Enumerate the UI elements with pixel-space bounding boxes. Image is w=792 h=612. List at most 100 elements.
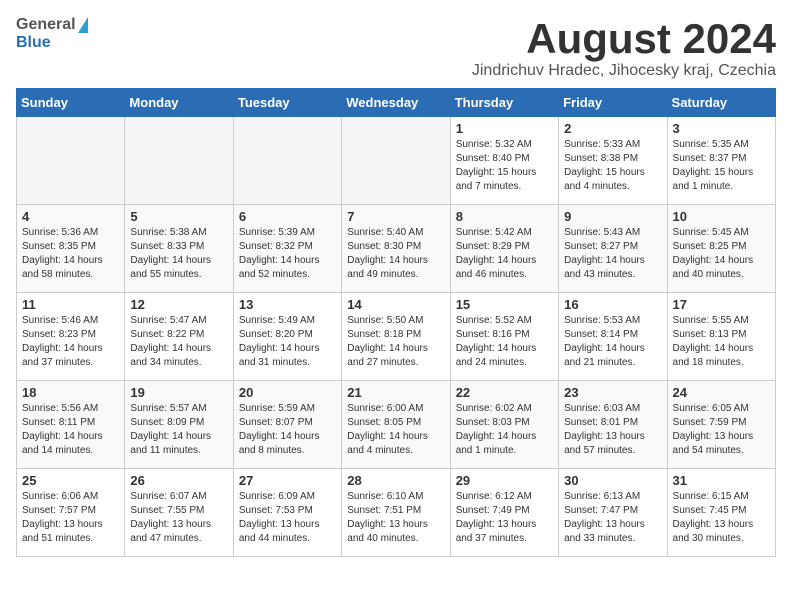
day-info: Sunrise: 5:50 AMSunset: 8:18 PMDaylight:… (347, 314, 444, 370)
calendar-cell: 13 Sunrise: 5:49 AMSunset: 8:20 PMDayligh… (233, 293, 341, 381)
week-row-1: 1 Sunrise: 5:32 AMSunset: 8:40 PMDaylight… (17, 117, 776, 205)
day-number: 23 (564, 385, 661, 400)
day-number: 20 (239, 385, 336, 400)
week-row-4: 18 Sunrise: 5:56 AMSunset: 8:11 PMDayligh… (17, 381, 776, 469)
calendar-cell: 5 Sunrise: 5:38 AMSunset: 8:33 PMDaylight… (125, 205, 233, 293)
day-number: 12 (130, 297, 227, 312)
day-number: 13 (239, 297, 336, 312)
day-info: Sunrise: 5:43 AMSunset: 8:27 PMDaylight:… (564, 226, 661, 282)
calendar-location: Jindrichuv Hradec, Jihocesky kraj, Czech… (472, 62, 776, 80)
calendar-cell: 29Sunrise: 6:12 AMSunset: 7:49 PMDayligh… (450, 469, 558, 557)
calendar-table: SundayMondayTuesdayWednesdayThursdayFrid… (16, 88, 776, 557)
day-info: Sunrise: 6:05 AMSunset: 7:59 PMDaylight:… (673, 402, 770, 458)
day-number: 16 (564, 297, 661, 312)
day-info: Sunrise: 6:09 AMSunset: 7:53 PMDaylight:… (239, 490, 336, 546)
calendar-cell: 1 Sunrise: 5:32 AMSunset: 8:40 PMDaylight… (450, 117, 558, 205)
calendar-cell (233, 117, 341, 205)
calendar-cell: 8 Sunrise: 5:42 AMSunset: 8:29 PMDaylight… (450, 205, 558, 293)
day-info: Sunrise: 5:33 AMSunset: 8:38 PMDaylight:… (564, 138, 661, 194)
day-number: 18 (22, 385, 119, 400)
day-number: 25 (22, 473, 119, 488)
calendar-cell: 20 Sunrise: 5:59 AMSunset: 8:07 PMDayligh… (233, 381, 341, 469)
day-number: 3 (673, 121, 770, 136)
day-info: Sunrise: 5:52 AMSunset: 8:16 PMDaylight:… (456, 314, 553, 370)
calendar-cell: 16 Sunrise: 5:53 AMSunset: 8:14 PMDayligh… (559, 293, 667, 381)
day-header-saturday: Saturday (667, 89, 775, 117)
day-number: 26 (130, 473, 227, 488)
day-info: Sunrise: 6:15 AMSunset: 7:45 PMDaylight:… (673, 490, 770, 546)
logo-triangle-icon (78, 17, 88, 33)
day-info: Sunrise: 5:38 AMSunset: 8:33 PMDaylight:… (130, 226, 227, 282)
logo: General Blue (16, 16, 88, 52)
day-number: 9 (564, 209, 661, 224)
day-header-wednesday: Wednesday (342, 89, 450, 117)
calendar-cell: 4Sunrise: 5:36 AMSunset: 8:35 PMDaylight… (17, 205, 125, 293)
day-info: Sunrise: 5:45 AMSunset: 8:25 PMDaylight:… (673, 226, 770, 282)
day-info: Sunrise: 5:47 AMSunset: 8:22 PMDaylight:… (130, 314, 227, 370)
logo-blue: Blue (16, 34, 51, 52)
day-number: 1 (456, 121, 553, 136)
day-number: 2 (564, 121, 661, 136)
day-info: Sunrise: 6:13 AMSunset: 7:47 PMDaylight:… (564, 490, 661, 546)
calendar-cell: 25Sunrise: 6:06 AMSunset: 7:57 PMDayligh… (17, 469, 125, 557)
day-header-sunday: Sunday (17, 89, 125, 117)
day-number: 11 (22, 297, 119, 312)
day-info: Sunrise: 6:12 AMSunset: 7:49 PMDaylight:… (456, 490, 553, 546)
calendar-cell: 24 Sunrise: 6:05 AMSunset: 7:59 PMDayligh… (667, 381, 775, 469)
week-row-3: 11 Sunrise: 5:46 AMSunset: 8:23 PMDayligh… (17, 293, 776, 381)
day-number: 17 (673, 297, 770, 312)
day-info: Sunrise: 5:40 AMSunset: 8:30 PMDaylight:… (347, 226, 444, 282)
calendar-cell: 27Sunrise: 6:09 AMSunset: 7:53 PMDayligh… (233, 469, 341, 557)
day-info: Sunrise: 6:07 AMSunset: 7:55 PMDaylight:… (130, 490, 227, 546)
day-number: 14 (347, 297, 444, 312)
calendar-cell: 21Sunrise: 6:00 AMSunset: 8:05 PMDayligh… (342, 381, 450, 469)
day-number: 10 (673, 209, 770, 224)
calendar-cell: 15Sunrise: 5:52 AMSunset: 8:16 PMDayligh… (450, 293, 558, 381)
day-header-tuesday: Tuesday (233, 89, 341, 117)
day-info: Sunrise: 5:49 AMSunset: 8:20 PMDaylight:… (239, 314, 336, 370)
day-number: 28 (347, 473, 444, 488)
week-row-5: 25Sunrise: 6:06 AMSunset: 7:57 PMDayligh… (17, 469, 776, 557)
calendar-cell: 17 Sunrise: 5:55 AMSunset: 8:13 PMDayligh… (667, 293, 775, 381)
day-info: Sunrise: 5:35 AMSunset: 8:37 PMDaylight:… (673, 138, 770, 194)
day-info: Sunrise: 5:53 AMSunset: 8:14 PMDaylight:… (564, 314, 661, 370)
calendar-cell: 31 Sunrise: 6:15 AMSunset: 7:45 PMDayligh… (667, 469, 775, 557)
day-number: 31 (673, 473, 770, 488)
day-info: Sunrise: 5:42 AMSunset: 8:29 PMDaylight:… (456, 226, 553, 282)
day-number: 8 (456, 209, 553, 224)
day-info: Sunrise: 5:56 AMSunset: 8:11 PMDaylight:… (22, 402, 119, 458)
logo-general: General (16, 16, 76, 34)
day-info: Sunrise: 6:03 AMSunset: 8:01 PMDaylight:… (564, 402, 661, 458)
calendar-cell: 26 Sunrise: 6:07 AMSunset: 7:55 PMDayligh… (125, 469, 233, 557)
week-row-2: 4Sunrise: 5:36 AMSunset: 8:35 PMDaylight… (17, 205, 776, 293)
day-info: Sunrise: 5:46 AMSunset: 8:23 PMDaylight:… (22, 314, 119, 370)
calendar-cell (342, 117, 450, 205)
calendar-cell: 14 Sunrise: 5:50 AMSunset: 8:18 PMDayligh… (342, 293, 450, 381)
calendar-cell: 18 Sunrise: 5:56 AMSunset: 8:11 PMDayligh… (17, 381, 125, 469)
day-number: 4 (22, 209, 119, 224)
day-number: 6 (239, 209, 336, 224)
day-header-thursday: Thursday (450, 89, 558, 117)
day-number: 24 (673, 385, 770, 400)
day-number: 30 (564, 473, 661, 488)
day-info: Sunrise: 5:39 AMSunset: 8:32 PMDaylight:… (239, 226, 336, 282)
day-number: 5 (130, 209, 227, 224)
day-info: Sunrise: 5:59 AMSunset: 8:07 PMDaylight:… (239, 402, 336, 458)
calendar-cell: 12 Sunrise: 5:47 AMSunset: 8:22 PMDayligh… (125, 293, 233, 381)
calendar-cell: 19 Sunrise: 5:57 AMSunset: 8:09 PMDayligh… (125, 381, 233, 469)
day-info: Sunrise: 5:57 AMSunset: 8:09 PMDaylight:… (130, 402, 227, 458)
day-info: Sunrise: 6:02 AMSunset: 8:03 PMDaylight:… (456, 402, 553, 458)
calendar-cell: 11 Sunrise: 5:46 AMSunset: 8:23 PMDayligh… (17, 293, 125, 381)
calendar-cell (125, 117, 233, 205)
day-info: Sunrise: 5:32 AMSunset: 8:40 PMDaylight:… (456, 138, 553, 194)
calendar-cell: 6 Sunrise: 5:39 AMSunset: 8:32 PMDaylight… (233, 205, 341, 293)
day-number: 19 (130, 385, 227, 400)
calendar-cell: 10 Sunrise: 5:45 AMSunset: 8:25 PMDayligh… (667, 205, 775, 293)
day-info: Sunrise: 5:55 AMSunset: 8:13 PMDaylight:… (673, 314, 770, 370)
calendar-cell: 23 Sunrise: 6:03 AMSunset: 8:01 PMDayligh… (559, 381, 667, 469)
day-number: 22 (456, 385, 553, 400)
calendar-cell: 3 Sunrise: 5:35 AMSunset: 8:37 PMDaylight… (667, 117, 775, 205)
calendar-cell: 2 Sunrise: 5:33 AMSunset: 8:38 PMDaylight… (559, 117, 667, 205)
day-info: Sunrise: 6:00 AMSunset: 8:05 PMDaylight:… (347, 402, 444, 458)
title-block: August 2024 Jindrichuv Hradec, Jihocesky… (472, 16, 776, 80)
